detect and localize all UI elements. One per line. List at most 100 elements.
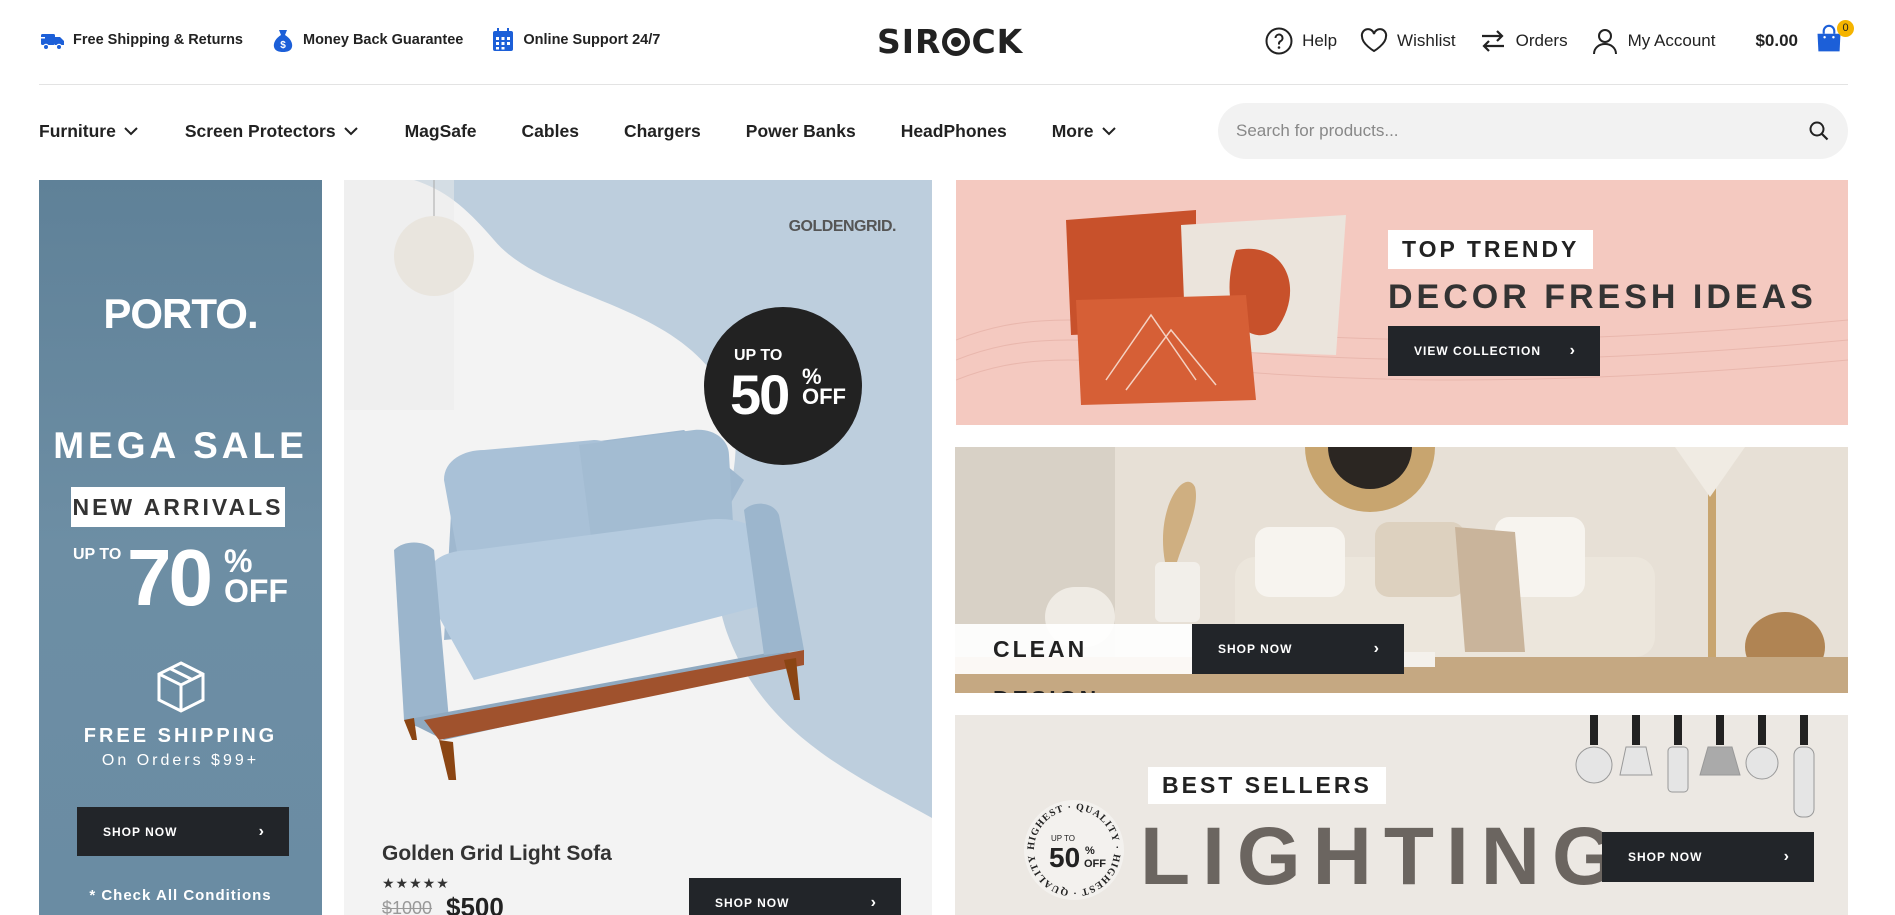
chevron-down-icon	[1101, 127, 1116, 136]
conditions-note: * Check All Conditions	[89, 887, 272, 904]
promo-strip: Free Shipping & Returns $ Money Back Gua…	[39, 26, 660, 54]
quality-seal: HIGHEST · QUALITY · HIGHEST · QUALITY ·U…	[1021, 797, 1124, 900]
shop-now-button[interactable]: SHOP NOW ›	[1192, 624, 1404, 674]
chevron-right-icon: ›	[870, 894, 877, 911]
truck-icon	[39, 34, 64, 51]
promo-money-back: $ Money Back Guarantee	[269, 26, 463, 54]
button-label: SHOP NOW	[103, 824, 178, 839]
help-icon	[1265, 27, 1293, 55]
nav-label: Power Banks	[745, 120, 856, 141]
seal-percent: %	[1085, 845, 1095, 857]
logo-text-start: SIR	[877, 22, 942, 61]
banner-golden-grid-sofa[interactable]: GOLDENGRID. UP TO 50 % OFF Golden Grid Li…	[344, 180, 932, 915]
mega-sale-heading: MEGA SALE	[53, 425, 308, 466]
shop-now-button[interactable]: SHOP NOW ›	[1602, 832, 1814, 882]
seal-off: OFF	[1084, 858, 1106, 870]
nav-item-magsafe[interactable]: MagSafe	[405, 121, 477, 142]
percent-off: % OFF	[224, 545, 288, 609]
wishlist-link[interactable]: Wishlist	[1359, 26, 1456, 56]
nav-label: Cables	[521, 120, 579, 141]
decor-headline: DECOR FRESH IDEAS	[1388, 278, 1817, 316]
site-logo[interactable]: SIR CK	[877, 22, 1023, 61]
sofa-image	[394, 429, 804, 780]
chevron-right-icon: ›	[258, 822, 265, 840]
button-label: SHOP NOW	[1628, 850, 1703, 864]
nav-item-cables[interactable]: Cables	[522, 121, 579, 142]
promo-label: Online Support 24/7	[523, 32, 661, 48]
chevron-down-icon	[343, 127, 358, 136]
button-label: SHOP NOW	[1218, 642, 1293, 656]
chevron-right-icon: ›	[1783, 848, 1790, 865]
nav-label: Screen Protectors	[184, 120, 336, 141]
nav-label: HeadPhones	[900, 120, 1007, 141]
my-account-link[interactable]: My Account	[1590, 26, 1716, 56]
banner-decor[interactable]: TOP TRENDY DECOR FRESH IDEAS VIEW COLLEC…	[956, 180, 1848, 425]
banner-mega-sale[interactable]: PORTO. MEGA SALE NEW ARRIVALS UP TO 70 %…	[39, 180, 322, 915]
logo-text-end: CK	[971, 22, 1024, 61]
chevron-right-icon: ›	[1373, 640, 1380, 657]
view-collection-button[interactable]: VIEW COLLECTION ›	[1388, 326, 1600, 376]
nav-item-furniture[interactable]: Furniture	[39, 121, 140, 142]
off-label: OFF	[802, 384, 846, 409]
discount-value: 50	[730, 363, 790, 426]
old-price: $1000	[382, 898, 433, 915]
nav-label: More	[1051, 120, 1094, 141]
help-link[interactable]: Help	[1264, 26, 1337, 56]
on-orders-label: On Orders $99+	[101, 752, 260, 769]
cart-total: $0.00	[1755, 31, 1798, 50]
wishlist-label: Wishlist	[1397, 31, 1456, 50]
promo-support: Online Support 24/7	[489, 26, 660, 54]
seal-discount: 50	[1049, 842, 1080, 873]
orders-link[interactable]: Orders	[1478, 26, 1568, 56]
swap-arrows-icon	[1481, 30, 1504, 52]
logo-o-mark	[942, 28, 971, 56]
nav-label: Chargers	[623, 120, 701, 141]
heart-icon	[1360, 28, 1388, 53]
shop-now-button[interactable]: SHOP NOW ›	[77, 807, 289, 856]
button-label: SHOP NOW	[715, 896, 790, 910]
promo-label: Free Shipping & Returns	[73, 32, 243, 48]
calendar-icon	[493, 28, 514, 51]
nav-item-headphones[interactable]: HeadPhones	[901, 121, 1007, 142]
lighting-headline: LIGHTING	[1140, 811, 1628, 902]
nav-label: Furniture	[39, 120, 116, 141]
banner-lighting[interactable]: BEST SELLERS LIGHTING HIGHEST · QUALITY …	[955, 715, 1848, 915]
account-links: Help Wishlist Orders My Account $0.00 0	[1264, 20, 1854, 58]
bulbs-image	[1575, 715, 1815, 818]
button-label: VIEW COLLECTION	[1414, 344, 1541, 358]
search-icon[interactable]	[1808, 120, 1830, 142]
cart-count-badge: 0	[1837, 20, 1854, 37]
banner-clean-design[interactable]: CLEAN DESIGN SHOP NOW ›	[955, 447, 1848, 693]
discount-value: 70	[127, 533, 213, 622]
nav-item-screen-protectors[interactable]: Screen Protectors	[185, 121, 360, 142]
chevron-right-icon: ›	[1569, 342, 1576, 359]
best-sellers-tag: BEST SELLERS	[1148, 767, 1386, 804]
promo-label: Money Back Guarantee	[303, 32, 464, 48]
svg-text:$: $	[280, 40, 286, 51]
cart-button[interactable]: 0	[1814, 20, 1854, 58]
money-bag-icon: $	[273, 30, 293, 52]
rating-stars: ★★★★★	[382, 875, 450, 891]
porto-logo: PORTO.	[103, 290, 258, 337]
search-input[interactable]	[1236, 121, 1808, 141]
clean-design-headline: CLEAN DESIGN	[955, 624, 1192, 693]
percent-off: % OFF	[802, 366, 846, 409]
search-bar	[1218, 103, 1848, 159]
nav-item-power-banks[interactable]: Power Banks	[746, 121, 856, 142]
free-shipping-heading: FREE SHIPPING	[83, 725, 278, 747]
nav-item-chargers[interactable]: Chargers	[624, 121, 701, 142]
user-icon	[1592, 29, 1617, 55]
promo-free-shipping: Free Shipping & Returns	[39, 26, 243, 54]
off-label: OFF	[224, 573, 288, 609]
my-account-label: My Account	[1627, 31, 1716, 50]
nav-item-more[interactable]: More	[1052, 121, 1118, 142]
sale-price: $500	[446, 892, 504, 915]
shop-now-button[interactable]: SHOP NOW ›	[689, 878, 901, 915]
product-title: Golden Grid Light Sofa	[382, 842, 612, 865]
chevron-down-icon	[124, 127, 138, 136]
box-icon	[157, 661, 205, 713]
orders-label: Orders	[1515, 31, 1568, 50]
nav-label: MagSafe	[404, 120, 477, 141]
new-arrivals-tag: NEW ARRIVALS	[71, 487, 285, 527]
main-nav: Furniture Screen Protectors MagSafe Cabl…	[39, 103, 1118, 159]
